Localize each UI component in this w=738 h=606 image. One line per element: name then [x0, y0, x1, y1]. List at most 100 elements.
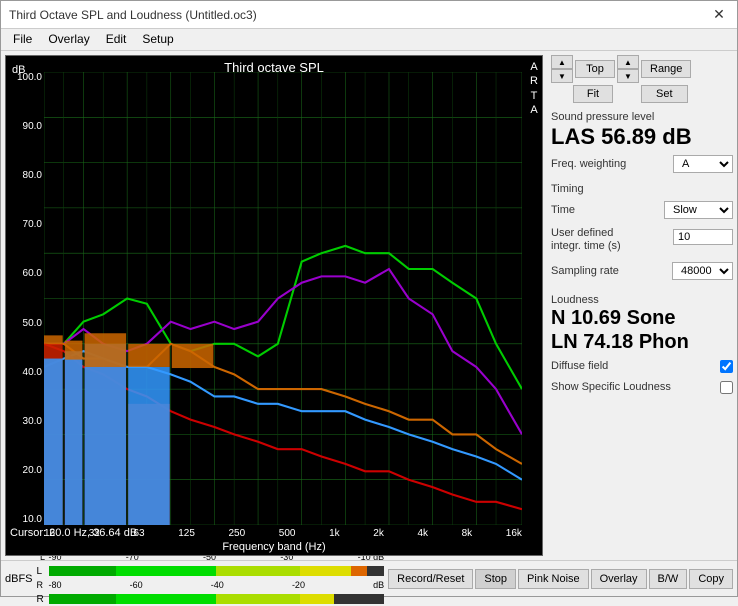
y-label-90: 90.0: [8, 121, 42, 132]
top-down-btn[interactable]: ▼: [551, 69, 573, 83]
chart-canvas: [44, 72, 522, 525]
l-green-low: [49, 566, 116, 576]
l-yellow: [300, 566, 350, 576]
tick-minus60: -60: [130, 580, 143, 590]
range-down-btn[interactable]: ▼: [617, 69, 639, 83]
main-window: Third Octave SPL and Loudness (Untitled.…: [0, 0, 738, 597]
main-content: dB Third octave SPL A R T A 100.0 90.0 8…: [1, 51, 737, 560]
menu-bar: File Overlay Edit Setup: [1, 29, 737, 51]
copy-button[interactable]: Copy: [689, 569, 733, 589]
l-empty: [367, 566, 384, 576]
cursor-info: Cursor: 20.0 Hz, 36.64 dB: [10, 527, 137, 539]
menu-edit[interactable]: Edit: [98, 31, 135, 48]
user-defined-row: User defined integr. time (s): [551, 227, 733, 253]
time-row: Time Slow Fast Impulse: [551, 201, 733, 219]
r-green-low: [49, 594, 116, 604]
chart-area: dB Third octave SPL A R T A 100.0 90.0 8…: [5, 55, 543, 556]
close-button[interactable]: ✕: [709, 5, 729, 25]
tick-minus80: -80: [49, 580, 62, 590]
tick-r-label-top: R: [37, 580, 49, 590]
loudness-ln-value: LN 74.18 Phon: [551, 330, 733, 354]
time-select[interactable]: Slow Fast Impulse: [664, 201, 733, 219]
meter-tick-bottom: R -80 -60 -40 -20 dB: [37, 579, 385, 591]
y-label-20: 20.0: [8, 465, 42, 476]
x-label-16k: 16k: [506, 528, 522, 539]
overlay-button[interactable]: Overlay: [591, 569, 647, 589]
record-reset-button[interactable]: Record/Reset: [388, 569, 473, 589]
diffuse-field-label: Diffuse field: [551, 360, 608, 372]
dbfs-label: dBFS: [5, 573, 33, 585]
r-meter-row: R: [37, 592, 385, 606]
top-controls: ▲ ▼ Top ▲ ▼ Range Fit Set: [551, 55, 733, 103]
x-axis-title: Frequency band (Hz): [222, 541, 325, 553]
y-label-40: 40.0: [8, 367, 42, 378]
l-meter-row: L: [37, 564, 385, 578]
window-title: Third Octave SPL and Loudness (Untitled.…: [9, 8, 257, 22]
freq-weighting-select[interactable]: A B C Z: [673, 155, 733, 173]
range-arrows: ▲ ▼: [617, 55, 639, 83]
sampling-rate-row: Sampling rate 48000 44100 96000: [551, 262, 733, 280]
r-yellow-green: [216, 594, 300, 604]
right-panel: ▲ ▼ Top ▲ ▼ Range Fit Set: [547, 51, 737, 560]
range-up-btn[interactable]: ▲: [617, 55, 639, 69]
x-label-2k: 2k: [373, 528, 384, 539]
y-label-50: 50.0: [8, 318, 42, 329]
r-yellow: [300, 594, 334, 604]
x-label-4k: 4k: [417, 528, 428, 539]
show-specific-label: Show Specific Loudness: [551, 381, 671, 393]
chart-svg: [44, 72, 522, 525]
top-up-btn[interactable]: ▲: [551, 55, 573, 69]
loudness-label: Loudness: [551, 294, 733, 306]
bottom-bar: dBFS L -90 -70 -50 -30 -10 dB L: [1, 560, 737, 596]
l-orange: [351, 566, 368, 576]
range-button[interactable]: Range: [641, 60, 691, 78]
top-button[interactable]: Top: [575, 60, 615, 78]
bw-button[interactable]: B/W: [649, 569, 688, 589]
chart-arta: A R T A: [530, 60, 538, 117]
bottom-tick-labels: -80 -60 -40 -20 dB: [49, 580, 385, 590]
r-empty: [334, 594, 384, 604]
sampling-rate-label: Sampling rate: [551, 265, 619, 277]
sampling-rate-select[interactable]: 48000 44100 96000: [672, 262, 733, 280]
x-label-125: 125: [178, 528, 195, 539]
y-label-10: 10.0: [8, 514, 42, 525]
title-bar: Third Octave SPL and Loudness (Untitled.…: [1, 1, 737, 29]
tick-minus20: -20: [292, 580, 305, 590]
spl-label: Sound pressure level: [551, 111, 733, 123]
freq-weighting-row: Freq. weighting A B C Z: [551, 155, 733, 173]
fit-set-row: Fit Set: [573, 85, 691, 103]
y-label-30: 30.0: [8, 416, 42, 427]
y-label-70: 70.0: [8, 219, 42, 230]
x-label-250: 250: [229, 528, 246, 539]
diffuse-field-checkbox[interactable]: [720, 360, 733, 373]
time-label: Time: [551, 204, 575, 216]
y-axis-labels: 100.0 90.0 80.0 70.0 60.0 50.0 40.0 30.0…: [6, 72, 44, 525]
x-label-500: 500: [279, 528, 296, 539]
fit-button[interactable]: Fit: [573, 85, 613, 103]
x-label-1k: 1k: [329, 528, 340, 539]
stop-button[interactable]: Stop: [475, 569, 516, 589]
top-row: ▲ ▼ Top ▲ ▼ Range: [551, 55, 691, 83]
pink-noise-button[interactable]: Pink Noise: [518, 569, 589, 589]
top-nav-group: ▲ ▼ Top ▲ ▼ Range Fit Set: [551, 55, 691, 103]
menu-file[interactable]: File: [5, 31, 40, 48]
tick-minus40: -40: [211, 580, 224, 590]
set-button[interactable]: Set: [641, 85, 688, 103]
l-yellow-green: [216, 566, 300, 576]
menu-setup[interactable]: Setup: [134, 31, 181, 48]
l-green-mid: [116, 566, 217, 576]
diffuse-field-row: Diffuse field: [551, 360, 733, 373]
spl-section: Sound pressure level LAS 56.89 dB: [551, 111, 733, 149]
spl-value: LAS 56.89 dB: [551, 125, 733, 149]
y-label-80: 80.0: [8, 170, 42, 181]
r-channel-label: R: [37, 594, 47, 605]
loudness-n-value: N 10.69 Sone: [551, 306, 733, 330]
menu-overlay[interactable]: Overlay: [40, 31, 97, 48]
show-specific-checkbox[interactable]: [720, 381, 733, 394]
user-defined-input[interactable]: [673, 229, 733, 245]
loudness-section: Loudness N 10.69 Sone LN 74.18 Phon: [551, 290, 733, 354]
tick-db: dB: [373, 580, 384, 590]
r-green-mid: [116, 594, 217, 604]
show-specific-row: Show Specific Loudness: [551, 381, 733, 394]
timing-label: Timing: [551, 183, 733, 195]
